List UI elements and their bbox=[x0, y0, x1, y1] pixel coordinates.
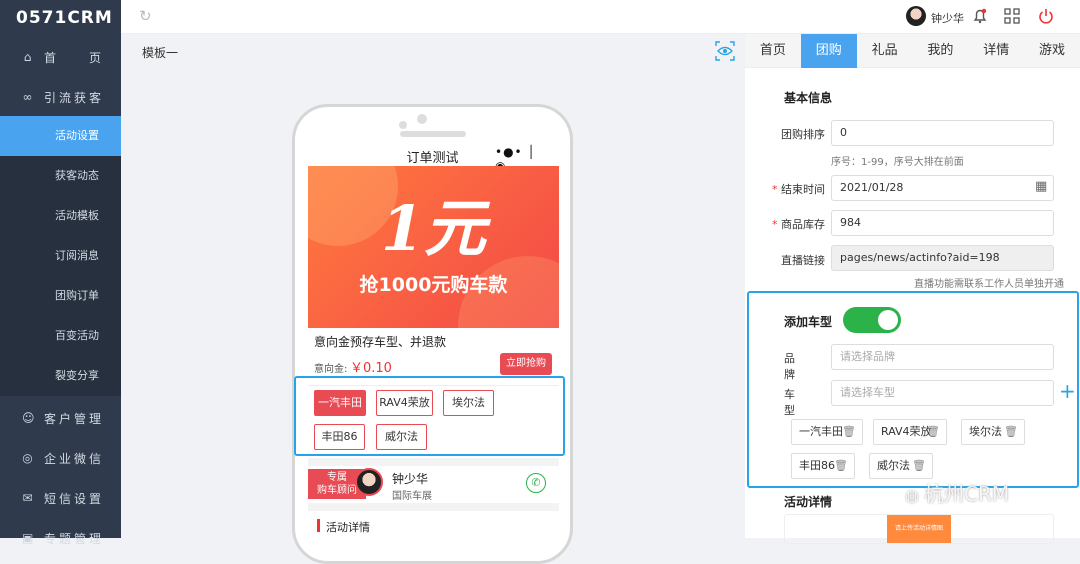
phone-speaker bbox=[400, 131, 466, 137]
watermark-text: 杭州CRM bbox=[924, 482, 1010, 506]
settings-tabs: 首页 团购 礼品 我的 详情 游戏 bbox=[745, 34, 1080, 68]
wechat-icon: ◎ bbox=[22, 451, 36, 465]
refresh-icon[interactable]: ↻ bbox=[139, 7, 152, 25]
sidebar-subitem-group-orders[interactable]: 团购订单 bbox=[0, 276, 121, 316]
phone-sensor bbox=[399, 121, 407, 129]
sort-label: 团购排序 bbox=[781, 128, 825, 141]
home-icon: ⌂ bbox=[23, 50, 35, 64]
banner-sub-text: 抢1000元购车款 bbox=[359, 274, 508, 296]
power-icon[interactable] bbox=[1037, 7, 1055, 25]
deposit-label: 意向金: bbox=[314, 364, 348, 375]
live-link-hint: 直播功能需联系工作人员单独开通 bbox=[914, 279, 1064, 290]
tab-games[interactable]: 游戏 bbox=[1024, 34, 1080, 68]
highlight-car-options bbox=[294, 376, 565, 456]
share-icon: ∞ bbox=[22, 90, 36, 104]
stock-label-text: 商品库存 bbox=[781, 218, 825, 231]
topic-icon: ▣ bbox=[22, 531, 37, 545]
tab-home[interactable]: 首页 bbox=[745, 34, 801, 68]
app-logo: 0571CRM bbox=[16, 8, 113, 28]
sidebar-item-label: 客户管理 bbox=[44, 411, 105, 426]
sidebar-subitem-templates[interactable]: 活动模板 bbox=[0, 196, 121, 236]
phone-preview: 订单测试 •●• │ ◉ 1元 抢1000元购车款 意向金预存车型、并退款 意向… bbox=[292, 104, 573, 564]
sidebar-subitem-activity-settings[interactable]: 活动设置 bbox=[0, 116, 121, 156]
avatar[interactable] bbox=[906, 6, 926, 26]
section-basic-info: 基本信息 bbox=[784, 91, 833, 105]
topbar: ↻ 钟少华 bbox=[121, 0, 1080, 34]
sidebar-item-sms[interactable]: ✉ 短信设置 bbox=[0, 478, 121, 518]
stock-label: * 商品库存 bbox=[772, 218, 825, 231]
editor-header: 模板一 bbox=[121, 34, 745, 68]
banner-big-text: 1元 bbox=[380, 192, 487, 265]
phone-camera bbox=[417, 114, 427, 124]
user-icon: ☺ bbox=[22, 411, 38, 425]
tab-group-buy[interactable]: 团购 bbox=[800, 34, 857, 68]
stock-input[interactable]: 984 bbox=[831, 210, 1054, 236]
sidebar-subitem-fission-share[interactable]: 裂变分享 bbox=[0, 356, 121, 396]
end-time-label: * 结束时间 bbox=[772, 183, 825, 196]
sidebar-subitem-acquire-feed[interactable]: 获客动态 bbox=[0, 156, 121, 196]
username[interactable]: 钟少华 bbox=[931, 10, 964, 26]
sidebar-subitem-subscriptions[interactable]: 订阅消息 bbox=[0, 236, 121, 276]
wechat-watermark-icon: ◍ bbox=[905, 486, 925, 505]
mail-icon: ✉ bbox=[22, 491, 36, 505]
sidebar-item-label: 引流获客 bbox=[44, 90, 105, 105]
grid-icon[interactable] bbox=[1004, 8, 1020, 24]
sidebar-subitem-varied-activities[interactable]: 百变活动 bbox=[0, 316, 121, 356]
sidebar-item-wecom[interactable]: ◎ 企业微信 bbox=[0, 438, 121, 478]
phone-call-icon[interactable]: ✆ bbox=[526, 473, 546, 493]
sidebar-item-label: 企业微信 bbox=[44, 451, 105, 466]
preview-eye-icon[interactable] bbox=[715, 41, 735, 61]
end-time-input[interactable]: 2021/01/28 bbox=[831, 175, 1054, 201]
detail-heading: 活动详情 bbox=[326, 521, 370, 534]
sort-input[interactable]: 0 bbox=[831, 120, 1054, 146]
sidebar: 0571CRM ⌂ 首 页 ∞ 引流获客 活动设置 获客动态 活动模板 订阅消息… bbox=[0, 0, 121, 546]
watermark: ◍ 杭州CRM bbox=[905, 478, 1009, 507]
tab-mine[interactable]: 我的 bbox=[912, 34, 968, 68]
sidebar-item-customers[interactable]: ☺ 客户管理 bbox=[0, 398, 121, 438]
calendar-icon[interactable]: ▦ bbox=[1035, 179, 1047, 194]
bell-icon[interactable] bbox=[971, 7, 989, 25]
tab-details[interactable]: 详情 bbox=[968, 34, 1024, 68]
advisor-org: 国际车展 bbox=[392, 491, 432, 502]
product-title: 意向金预存车型、并退款 bbox=[314, 335, 447, 349]
detail-upload-box[interactable]: 请上传活动详情图 bbox=[784, 514, 1054, 544]
template-name: 模板一 bbox=[142, 46, 179, 60]
capsule-menu-icon[interactable]: •●• │ ◉ bbox=[495, 145, 545, 173]
sidebar-item-label: 短信设置 bbox=[44, 491, 105, 506]
advisor-name: 钟少华 bbox=[392, 472, 429, 486]
highlight-add-car bbox=[747, 291, 1079, 488]
end-time-label-text: 结束时间 bbox=[781, 183, 825, 196]
live-link-label: 直播链接 bbox=[781, 254, 825, 267]
sidebar-item-acquire[interactable]: ∞ 引流获客 bbox=[0, 77, 121, 117]
detail-section-title: 活动详情 bbox=[784, 495, 833, 509]
sidebar-item-label: 首 页 bbox=[44, 50, 105, 65]
banner: 1元 抢1000元购车款 bbox=[308, 166, 559, 328]
tab-gifts[interactable]: 礼品 bbox=[857, 34, 913, 68]
detail-thumbnail: 请上传活动详情图 bbox=[887, 515, 951, 543]
sidebar-item-home[interactable]: ⌂ 首 页 bbox=[0, 37, 121, 77]
deposit-value: ￥0.10 bbox=[350, 361, 392, 376]
sidebar-item-label: 专题管理 bbox=[44, 531, 105, 546]
sort-hint: 序号：1-99，序号大排在前面 bbox=[831, 157, 964, 168]
live-link-input: pages/news/actinfo?aid=198 bbox=[831, 245, 1054, 271]
advisor-avatar bbox=[355, 468, 383, 496]
buy-now-button[interactable]: 立即抢购 bbox=[500, 353, 552, 375]
sidebar-item-topics[interactable]: ▣ 专题管理 bbox=[0, 518, 121, 558]
